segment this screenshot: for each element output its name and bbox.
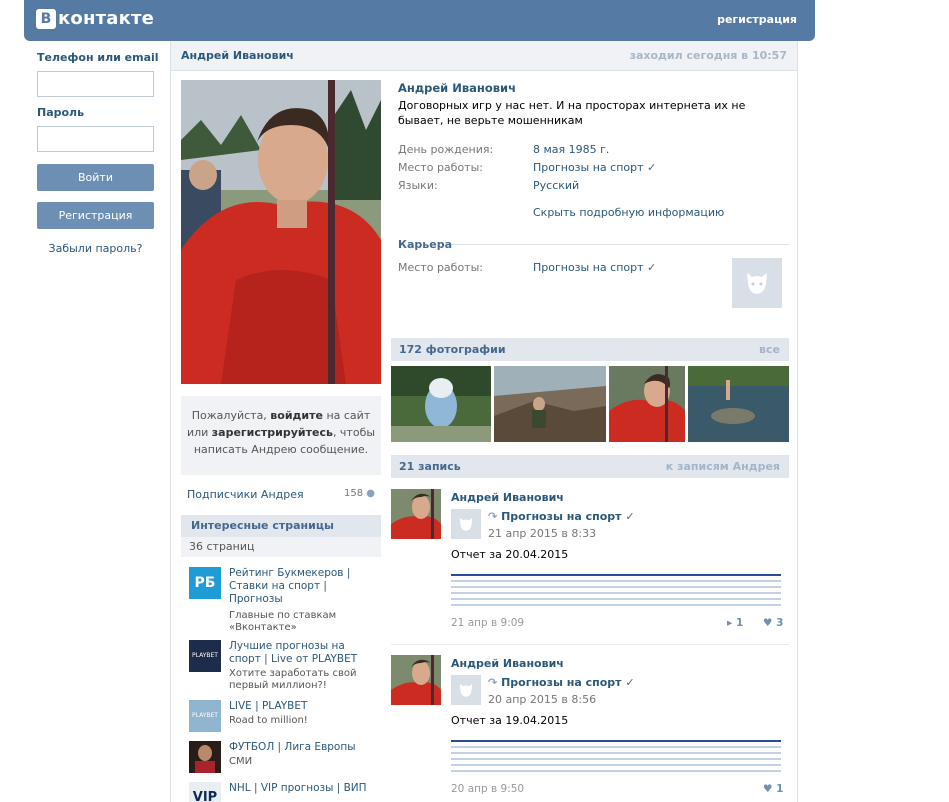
photos-header[interactable]: 172 фотографии все bbox=[391, 338, 789, 361]
profile-top-name[interactable]: Андрей Иванович bbox=[181, 49, 294, 62]
repost-date[interactable]: 21 апр 2015 в 8:33 bbox=[488, 527, 596, 540]
page-subtitle: Главные по ставкам «Вконтакте» bbox=[229, 610, 337, 633]
post-image-table[interactable] bbox=[451, 736, 781, 774]
page-subtitle: Хотите заработать свой первый миллион?! bbox=[229, 668, 357, 691]
page-subtitle: Road to million! bbox=[229, 715, 308, 726]
post-author[interactable]: Андрей Иванович bbox=[451, 657, 564, 670]
verified-icon: ✓ bbox=[625, 676, 635, 689]
profile-photo[interactable] bbox=[181, 80, 381, 384]
divider bbox=[451, 244, 789, 245]
register-button[interactable]: Регистрация bbox=[37, 202, 154, 229]
megaphone-icon: ▸ bbox=[727, 617, 733, 629]
page-title[interactable]: Лучшие прогнозы на спорт | Live от PLAYB… bbox=[229, 640, 379, 666]
wall-count[interactable]: 21 запись bbox=[399, 460, 461, 473]
left-column bbox=[0, 0, 170, 802]
post-author[interactable]: Андрей Иванович bbox=[451, 491, 564, 504]
repost-icon: ↷ bbox=[488, 676, 498, 689]
wall-link[interactable]: к записям Андрея bbox=[666, 460, 780, 473]
phone-input[interactable] bbox=[37, 71, 154, 97]
people-icon: ● bbox=[366, 488, 376, 499]
page-icon: VIP bbox=[189, 782, 221, 802]
languages-value[interactable]: Русский bbox=[533, 179, 579, 192]
page-title[interactable]: Рейтинг Букмекеров | Ставки на спорт | П… bbox=[229, 567, 379, 606]
verified-icon: ✓ bbox=[647, 161, 657, 174]
verified-icon: ✓ bbox=[647, 261, 657, 274]
post-date[interactable]: 20 апр в 9:50 bbox=[451, 783, 524, 795]
post-date[interactable]: 21 апр в 9:09 bbox=[451, 617, 524, 629]
dog-icon[interactable] bbox=[732, 258, 782, 308]
photo-thumbnail[interactable] bbox=[494, 366, 606, 442]
like-button[interactable]: ♥ 3 bbox=[763, 617, 783, 629]
hide-info-link[interactable]: Скрыть подробную информацию bbox=[533, 206, 724, 219]
photos-all-link[interactable]: все bbox=[759, 343, 780, 356]
post-divider bbox=[391, 644, 789, 645]
post-text: Отчет за 20.04.2015 bbox=[451, 548, 569, 561]
interesting-pages-header[interactable]: Интересные страницы bbox=[181, 515, 381, 537]
logo-icon: B bbox=[36, 8, 56, 29]
career-header: Карьера bbox=[398, 238, 453, 251]
page-title[interactable]: NHL | VIP прогнозы | ВИП bbox=[229, 782, 379, 795]
photo-thumbnail[interactable] bbox=[688, 366, 789, 442]
login-button[interactable]: Войти bbox=[37, 164, 154, 191]
page-title[interactable]: ФУТБОЛ | Лига Европы bbox=[229, 741, 379, 754]
like-button[interactable]: ♥ 1 bbox=[763, 783, 783, 795]
page-subtitle: СМИ bbox=[229, 756, 253, 767]
post-avatar[interactable] bbox=[391, 655, 441, 705]
heart-icon: ♥ bbox=[763, 783, 773, 795]
header-register-link[interactable]: регистрация bbox=[717, 13, 797, 26]
birthday-value[interactable]: 8 мая 1985 г. bbox=[533, 143, 609, 156]
password-label: Пароль bbox=[37, 106, 85, 119]
career-value[interactable]: Прогнозы на спорт ✓ bbox=[533, 261, 656, 274]
page-icon bbox=[189, 741, 221, 773]
repost-source-avatar[interactable] bbox=[451, 509, 481, 539]
page-icon: PLAYBET bbox=[189, 700, 221, 732]
photo-thumbnail[interactable] bbox=[609, 366, 685, 442]
post-avatar[interactable] bbox=[391, 489, 441, 539]
last-seen: заходил сегодня в 10:57 bbox=[629, 49, 787, 62]
password-input[interactable] bbox=[37, 126, 154, 152]
post-text: Отчет за 19.04.2015 bbox=[451, 714, 569, 727]
profile-page: Андрей Иванович заходил сегодня в 10:57 … bbox=[170, 41, 798, 802]
share-button[interactable]: ▸ 1 bbox=[727, 617, 743, 629]
heart-icon: ♥ bbox=[763, 617, 773, 629]
repost-source[interactable]: ↷ Прогнозы на спорт ✓ bbox=[488, 676, 635, 689]
page-title[interactable]: LIVE | PLAYBET bbox=[229, 700, 379, 713]
subscribers-count: 158 ● bbox=[344, 488, 376, 499]
login-link[interactable]: войдите bbox=[270, 409, 323, 422]
wall-header[interactable]: 21 запись к записям Андрея bbox=[391, 455, 789, 478]
repost-date[interactable]: 20 апр 2015 в 8:56 bbox=[488, 693, 596, 706]
photo-thumbnail[interactable] bbox=[391, 366, 491, 442]
signup-link[interactable]: зарегистрируйтесь bbox=[212, 426, 333, 439]
repost-source[interactable]: ↷ Прогнозы на спорт ✓ bbox=[488, 510, 635, 523]
top-header: B контакте регистрация bbox=[24, 0, 815, 41]
login-to-message: Пожалуйста, войдите на сайт или зарегист… bbox=[181, 396, 381, 475]
profile-top-bar: Андрей Иванович заходил сегодня в 10:57 bbox=[171, 41, 797, 71]
profile-status: Договорных игр у нас нет. И на просторах… bbox=[398, 99, 746, 127]
interesting-pages-count: 36 страниц bbox=[181, 537, 381, 557]
repost-icon: ↷ bbox=[488, 510, 498, 523]
profile-name: Андрей Иванович bbox=[398, 81, 516, 95]
vk-logo[interactable]: B контакте bbox=[36, 8, 154, 29]
logo-text: контакте bbox=[58, 8, 155, 29]
forgot-password-link[interactable]: Забыли пароль? bbox=[37, 242, 154, 255]
page-icon: РБ bbox=[189, 567, 221, 599]
repost-source-avatar[interactable] bbox=[451, 675, 481, 705]
photos-count[interactable]: 172 фотографии bbox=[399, 343, 506, 356]
subscribers-link[interactable]: Подписчики Андрея bbox=[187, 488, 304, 501]
work-value[interactable]: Прогнозы на спорт ✓ bbox=[533, 161, 656, 174]
phone-label: Телефон или email bbox=[37, 51, 159, 64]
post-image-table[interactable] bbox=[451, 570, 781, 608]
page-icon: PLAYBET bbox=[189, 640, 221, 672]
verified-icon: ✓ bbox=[625, 510, 635, 523]
